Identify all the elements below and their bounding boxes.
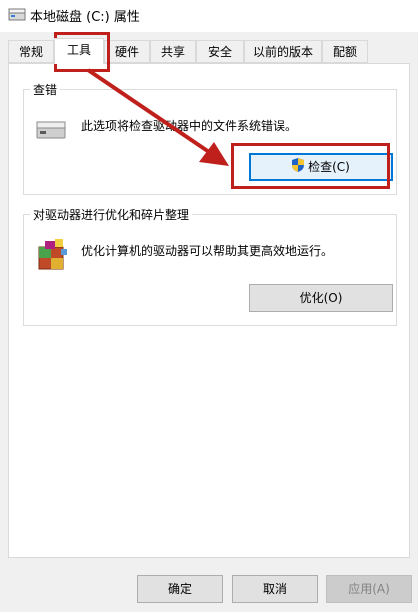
cancel-button-label: 取消 [262, 582, 287, 596]
drive-icon [8, 8, 26, 22]
drive-icon [36, 120, 66, 143]
apply-button[interactable]: 应用(A) [326, 575, 412, 603]
tools-panel: 查错 此选项将检查驱动器中的文件系统错误。 检查(C) 对驱动器进行优化和碎片整… [8, 63, 410, 558]
window-title: 本地磁盘 (C:) 属性 [30, 10, 140, 25]
tab-label: 配额 [332, 45, 357, 59]
tab-general[interactable]: 常规 [8, 40, 54, 63]
tab-label: 以前的版本 [252, 45, 313, 59]
ok-button-label: 确定 [167, 582, 192, 596]
optimize-group: 对驱动器进行优化和碎片整理 优化计算机的驱动器可以帮助其更高效地运行。 优化(O… [23, 206, 397, 326]
ok-button[interactable]: 确定 [137, 575, 223, 603]
title-bar: 本地磁盘 (C:) 属性 [0, 0, 418, 32]
tab-label: 硬件 [114, 45, 139, 59]
defrag-icon [36, 237, 70, 276]
tab-strip: 常规 工具 硬件 共享 安全 以前的版本 配额 [0, 38, 418, 64]
apply-button-label: 应用(A) [348, 582, 390, 596]
tab-security[interactable]: 安全 [196, 40, 244, 63]
check-button-label: 检查(C) [308, 160, 350, 174]
optimize-description: 优化计算机的驱动器可以帮助其更高效地运行。 [81, 244, 334, 258]
optimize-button[interactable]: 优化(O) [249, 284, 393, 312]
optimize-title: 对驱动器进行优化和碎片整理 [30, 206, 193, 223]
tab-label: 安全 [207, 45, 232, 59]
uac-shield-icon [292, 155, 305, 181]
tab-label: 工具 [66, 43, 91, 57]
error-check-group: 查错 此选项将检查驱动器中的文件系统错误。 检查(C) [23, 81, 397, 195]
error-check-description: 此选项将检查驱动器中的文件系统错误。 [81, 119, 298, 133]
optimize-button-label: 优化(O) [299, 291, 343, 305]
tab-label: 常规 [18, 45, 43, 59]
error-check-title: 查错 [30, 81, 61, 98]
tab-hardware[interactable]: 硬件 [104, 40, 150, 63]
tab-previous-versions[interactable]: 以前的版本 [244, 40, 322, 63]
tab-label: 共享 [160, 45, 185, 59]
tab-tools[interactable]: 工具 [54, 38, 104, 64]
tab-sharing[interactable]: 共享 [150, 40, 196, 63]
cancel-button[interactable]: 取消 [232, 575, 318, 603]
tab-quota[interactable]: 配额 [322, 40, 368, 63]
check-button[interactable]: 检查(C) [249, 153, 393, 181]
